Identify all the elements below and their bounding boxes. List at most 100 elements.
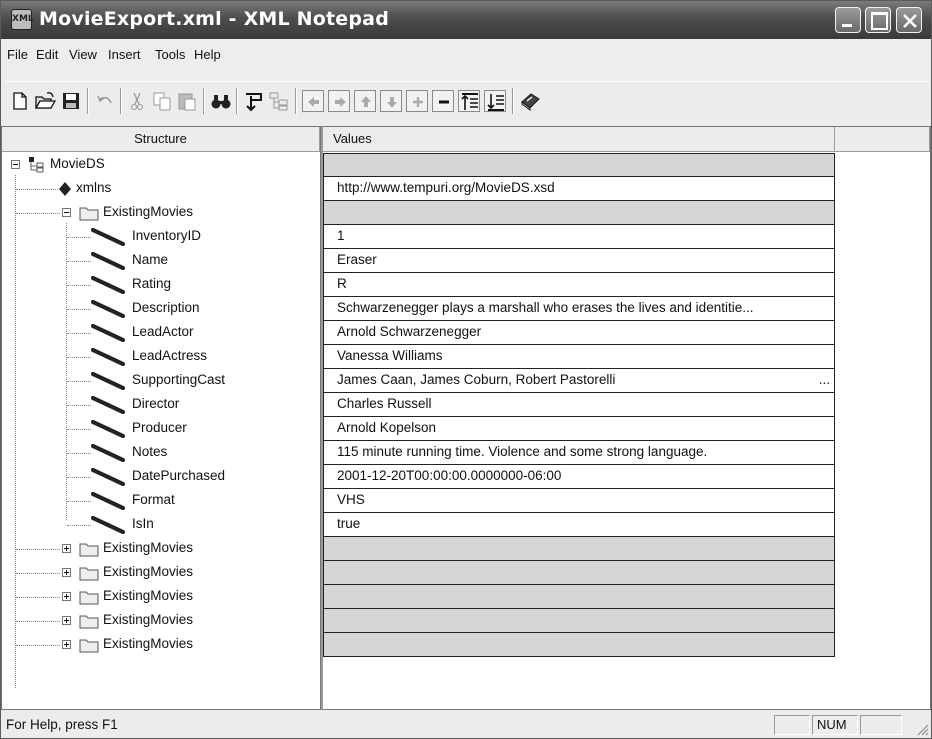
validate-button[interactable] [519,90,541,112]
insert-after-button[interactable] [484,90,506,112]
title-bar[interactable]: XML MovieExport.xml - XML Notepad [1,1,931,39]
save-icon [63,93,79,109]
expand-toggle[interactable] [62,568,71,577]
tree-node-group-collapsed[interactable]: ExistingMovies [2,609,320,633]
menu-insert[interactable]: Insert [108,47,141,62]
nudge-up-button[interactable] [354,90,376,112]
value-cell-group[interactable] [323,585,835,609]
tree-node-field[interactable]: Rating [2,273,320,297]
save-button[interactable] [60,90,82,112]
value-cell[interactable]: Eraser [323,249,835,273]
value-cell-group[interactable] [323,561,835,585]
cut-icon [131,92,143,110]
values-column-header[interactable]: Values [323,127,835,152]
minimize-button[interactable] [835,7,861,33]
find-button[interactable] [210,90,232,112]
expand-toggle[interactable] [62,592,71,601]
expand-toggle[interactable] [62,640,71,649]
collapse-toggle[interactable] [11,160,20,169]
tree-connector [67,381,91,382]
app-window: XML MovieExport.xml - XML Notepad File E… [0,0,932,739]
expand-toggle[interactable] [62,616,71,625]
open-button[interactable] [34,90,56,112]
menu-tools[interactable]: Tools [155,47,185,62]
value-cell[interactable]: 2001-12-20T00:00:00.0000000-06:00 [323,465,835,489]
tree-node-group-collapsed[interactable]: ExistingMovies [2,585,320,609]
menu-view[interactable]: View [69,47,97,62]
tree-node-group-collapsed[interactable]: ExistingMovies [2,537,320,561]
collapse-toggle[interactable] [62,208,71,217]
tree-connector [67,405,91,406]
tree-connector [16,621,60,622]
resize-grip-icon[interactable] [915,722,929,736]
text-node-icon [91,468,126,486]
maximize-button[interactable] [865,7,891,33]
value-cell[interactable]: true [323,513,835,537]
expand-toggle[interactable] [62,544,71,553]
structure-pane[interactable]: Structure MovieDS xmlns ExistingMovies I… [1,126,321,710]
value-cell[interactable]: 115 minute running time. Violence and so… [323,441,835,465]
tree-node-label: ExistingMovies [103,612,194,627]
tree-node-group[interactable]: ExistingMovies [2,201,320,225]
tree-node-field[interactable]: Director [2,393,320,417]
value-cell-group[interactable] [323,609,835,633]
value-text: James Caan, James Coburn, Robert Pastore… [337,372,616,387]
add-button[interactable] [406,90,428,112]
value-cell-supporting-cast[interactable]: James Caan, James Coburn, Robert Pastore… [323,369,835,393]
remove-button[interactable] [432,90,454,112]
value-cell[interactable]: Schwarzenegger plays a marshall who eras… [323,297,835,321]
value-cell[interactable]: 1 [323,225,835,249]
cut-button[interactable] [126,90,148,112]
tree-node-field[interactable]: SupportingCast [2,369,320,393]
menu-help[interactable]: Help [194,47,221,62]
tree-node-group-collapsed[interactable]: ExistingMovies [2,633,320,657]
toolbar-separator [512,88,514,114]
value-cell[interactable]: Vanessa Williams [323,345,835,369]
tree-connector [16,573,60,574]
value-cell[interactable]: VHS [323,489,835,513]
value-cell-group[interactable] [323,633,835,657]
value-cell[interactable]: Arnold Kopelson [323,417,835,441]
value-cell[interactable]: Charles Russell [323,393,835,417]
tree-node-root[interactable]: MovieDS [2,153,320,177]
nudge-left-button[interactable] [302,90,324,112]
insert-child-button[interactable] [243,90,265,112]
value-cell-group[interactable] [323,201,835,225]
structure-column-header[interactable]: Structure [2,127,320,152]
tree-node-field[interactable]: Name [2,249,320,273]
tree-connector [67,285,91,286]
insert-before-icon [461,93,478,110]
menu-file[interactable]: File [7,47,28,62]
value-cell-xmlns[interactable]: http://www.tempuri.org/MovieDS.xsd [323,177,835,201]
tree-node-group-collapsed[interactable]: ExistingMovies [2,561,320,585]
insert-before-button[interactable] [458,90,480,112]
value-cell-group[interactable] [323,537,835,561]
copy-button[interactable] [151,90,173,112]
tree-node-field[interactable]: LeadActor [2,321,320,345]
tree-node-attribute[interactable]: xmlns [2,177,320,201]
values-pane[interactable]: Values http://www.tempuri.org/MovieDS.xs… [323,126,931,710]
xml-notepad-app-icon[interactable]: XML [11,9,34,30]
change-to-button[interactable] [268,90,290,112]
undo-button[interactable] [94,90,116,112]
close-button[interactable] [896,7,922,33]
tree-node-field[interactable]: Producer [2,417,320,441]
tree-node-field[interactable]: DatePurchased [2,465,320,489]
tree-node-field[interactable]: Format [2,489,320,513]
ellipsis-indicator[interactable]: ... [819,369,830,391]
tree-node-field[interactable]: LeadActress [2,345,320,369]
paste-button[interactable] [176,90,198,112]
tree-node-field[interactable]: Description [2,297,320,321]
tree-node-field[interactable]: IsIn [2,513,320,537]
tree-node-field[interactable]: Notes [2,441,320,465]
book-icon [521,93,540,111]
tree-node-field[interactable]: InventoryID [2,225,320,249]
value-cell-root[interactable] [323,153,835,177]
menu-edit[interactable]: Edit [36,47,58,62]
folder-icon [79,639,99,653]
new-button[interactable] [9,90,31,112]
value-cell[interactable]: R [323,273,835,297]
nudge-right-button[interactable] [328,90,350,112]
nudge-down-button[interactable] [380,90,402,112]
value-cell[interactable]: Arnold Schwarzenegger [323,321,835,345]
